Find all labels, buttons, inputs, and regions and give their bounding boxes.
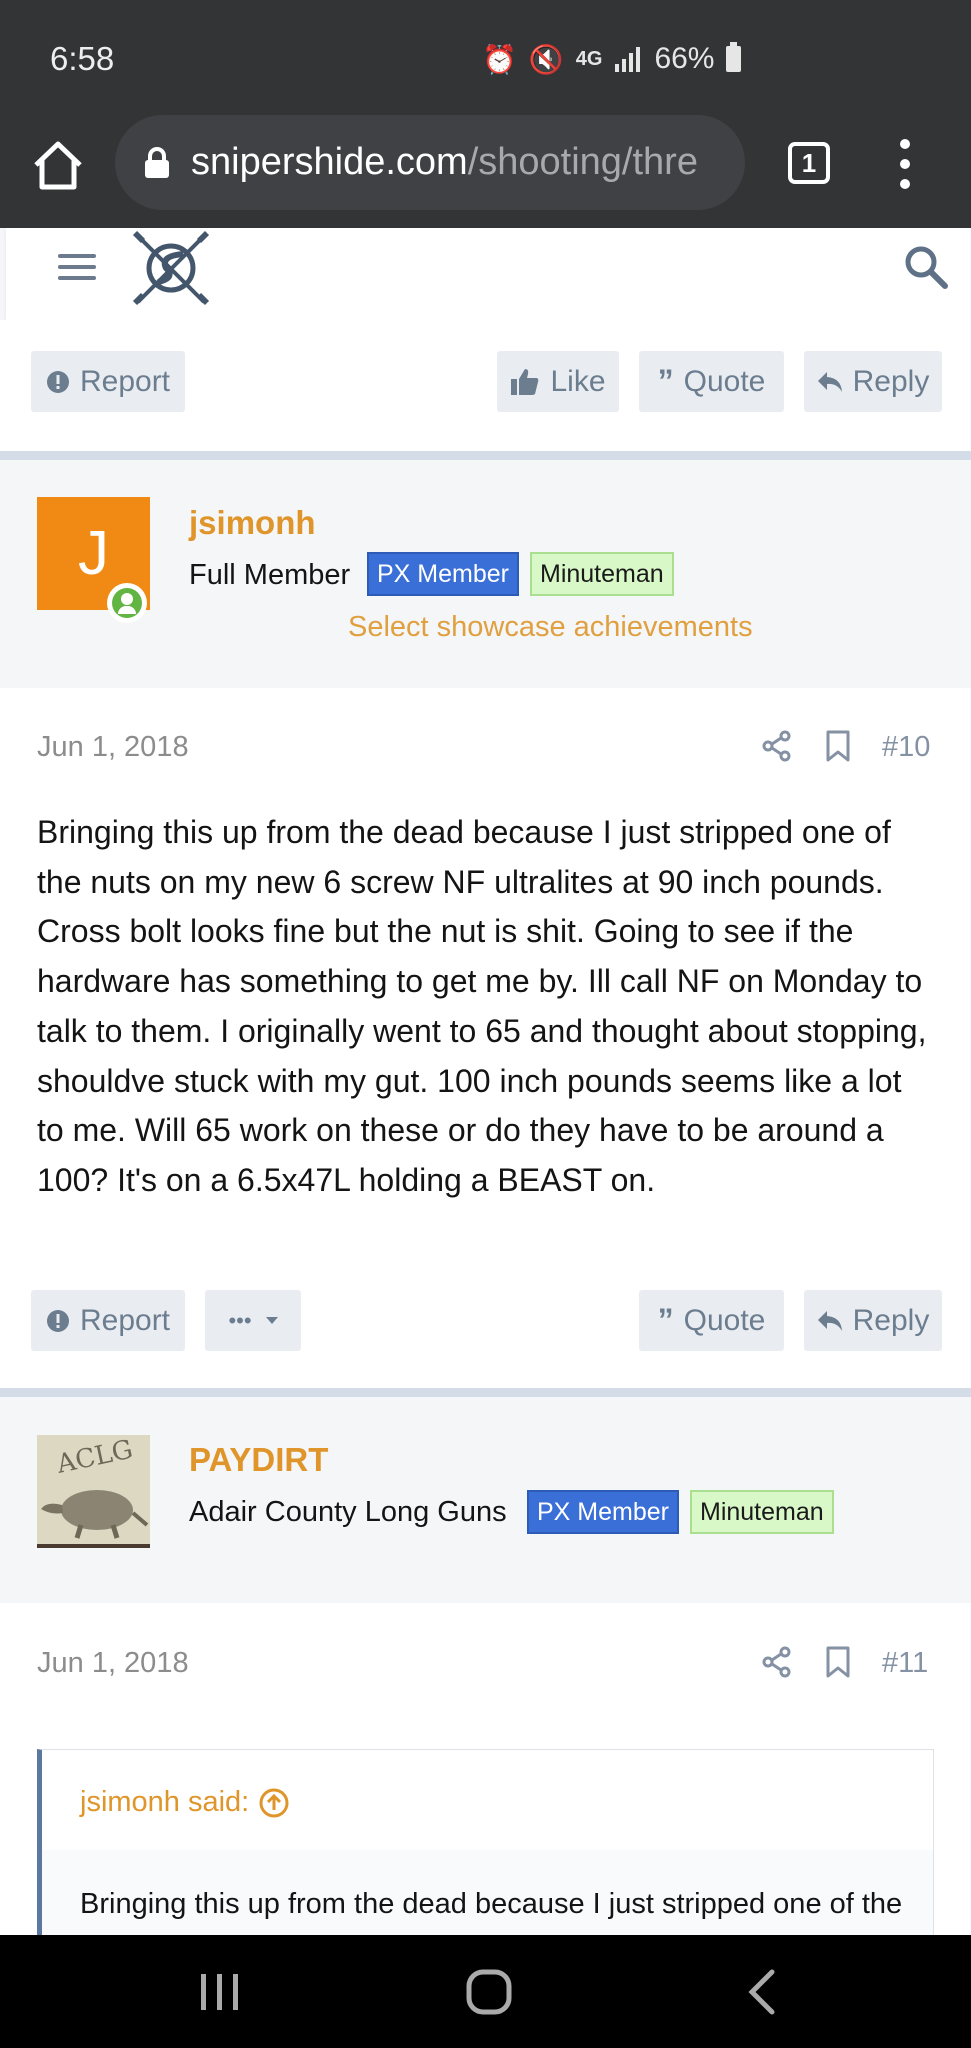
share-icon[interactable] xyxy=(761,730,793,762)
browser-toolbar: snipershide.com/shooting/thre 1 xyxy=(0,115,971,228)
author-username[interactable]: PAYDIRT xyxy=(189,1441,328,1479)
status-bar: 6:58 ⏰ 🔇 4G 66% xyxy=(0,0,971,115)
url-text[interactable]: snipershide.com/shooting/thre xyxy=(191,141,698,184)
back-icon xyxy=(748,1969,775,2014)
author-title: Full Member xyxy=(189,559,351,591)
home-icon[interactable] xyxy=(30,137,86,193)
report-label: Report xyxy=(79,1303,171,1337)
network-type: 4G xyxy=(575,47,603,70)
minuteman-badge: Minuteman xyxy=(530,552,674,596)
system-nav-bar xyxy=(0,1935,971,2048)
more-label: ••• xyxy=(228,1307,252,1333)
arrow-up-circle-icon xyxy=(259,1788,289,1817)
reply-icon xyxy=(817,371,842,392)
reply-label: Reply xyxy=(852,364,930,398)
reply-button[interactable]: Reply xyxy=(804,351,942,412)
report-label: Report xyxy=(79,364,171,398)
home-button[interactable] xyxy=(449,1935,529,2048)
quote-text: Bringing this up from the dead because I… xyxy=(80,1888,903,1938)
status-icons: ⏰ 🔇 4G 66% xyxy=(482,42,742,76)
quote-label: Quote xyxy=(683,364,766,398)
post-message: Bringing this up from the dead because I… xyxy=(37,814,927,1198)
quote-icon: ” xyxy=(657,363,674,399)
minuteman-badge: Minuteman xyxy=(690,1490,834,1534)
status-time: 6:58 xyxy=(50,40,115,77)
chevron-down-icon xyxy=(265,1316,278,1324)
alarm-icon: ⏰ xyxy=(482,43,517,75)
site-logo[interactable] xyxy=(128,226,214,310)
battery-icon xyxy=(726,42,742,72)
signal-icon xyxy=(615,47,641,72)
reply-icon xyxy=(817,1310,842,1331)
back-button[interactable] xyxy=(722,1935,802,2048)
quote-author: jsimonh said: xyxy=(80,1786,250,1818)
bookmark-icon[interactable] xyxy=(822,1646,854,1678)
alert-icon xyxy=(46,1309,69,1332)
like-label: Like xyxy=(550,364,606,398)
report-button[interactable]: Report xyxy=(31,351,185,412)
url-domain: snipershide.com xyxy=(191,141,468,183)
online-status-icon xyxy=(107,583,147,623)
address-bar[interactable]: snipershide.com/shooting/thre xyxy=(115,115,745,210)
more-actions-button[interactable]: ••• xyxy=(205,1290,301,1351)
author-title: Adair County Long Guns xyxy=(189,1496,507,1528)
quote-label: Quote xyxy=(683,1303,766,1337)
showcase-achievements-link[interactable]: Select showcase achievements xyxy=(348,611,753,644)
quote-block: jsimonh said: Bringing this up from the … xyxy=(37,1749,934,1939)
post-date[interactable]: Jun 1, 2018 xyxy=(37,731,189,764)
px-member-badge: PX Member xyxy=(527,1490,679,1534)
alert-icon xyxy=(46,370,69,393)
tab-switcher-button[interactable]: 1 xyxy=(788,142,830,184)
url-path: /shooting/thre xyxy=(467,141,698,183)
post-number[interactable]: #10 xyxy=(882,731,930,764)
quote-header: jsimonh said: xyxy=(42,1750,933,1850)
px-member-badge: PX Member xyxy=(367,552,519,596)
menu-icon[interactable] xyxy=(54,250,98,284)
quote-button[interactable]: ” Quote xyxy=(639,1290,784,1351)
post-divider xyxy=(0,1388,971,1397)
more-options-icon[interactable] xyxy=(890,139,920,189)
quote-author-link[interactable]: jsimonh said: xyxy=(80,1786,289,1819)
reply-label: Reply xyxy=(852,1303,930,1337)
battery-percent: 66% xyxy=(654,42,715,75)
share-icon[interactable] xyxy=(761,1646,793,1678)
recent-apps-icon xyxy=(201,1973,238,2010)
author-username[interactable]: jsimonh xyxy=(189,504,316,542)
lock-icon xyxy=(145,146,169,179)
quote-icon: ” xyxy=(657,1302,674,1338)
post-divider xyxy=(0,451,971,460)
report-button[interactable]: Report xyxy=(31,1290,185,1351)
like-button[interactable]: Like xyxy=(497,351,619,412)
bookmark-icon[interactable] xyxy=(822,730,854,762)
home-circle-icon xyxy=(466,1969,512,2014)
avatar[interactable]: ACLG xyxy=(37,1435,150,1548)
mute-icon: 🔇 xyxy=(528,43,564,75)
recent-apps-button[interactable] xyxy=(180,1935,260,2048)
post-date[interactable]: Jun 1, 2018 xyxy=(37,1647,189,1680)
quote-button[interactable]: ” Quote xyxy=(639,351,784,412)
thumbs-up-icon xyxy=(511,368,539,395)
site-header xyxy=(6,228,971,320)
post-number[interactable]: #11 xyxy=(882,1647,928,1680)
reply-button[interactable]: Reply xyxy=(804,1290,942,1351)
search-icon[interactable] xyxy=(901,242,951,292)
